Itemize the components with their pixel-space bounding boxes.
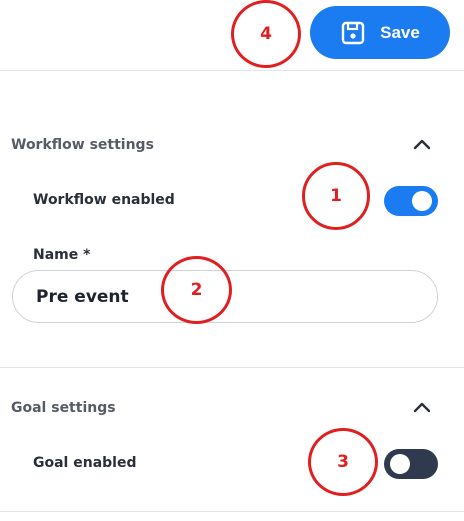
name-field-label: Name * bbox=[33, 247, 91, 263]
annotation-marker-4: 4 bbox=[231, 0, 301, 68]
section-divider bbox=[0, 511, 464, 512]
save-button[interactable]: Save bbox=[310, 6, 450, 59]
toggle-knob bbox=[390, 454, 410, 474]
workflow-enabled-label: Workflow enabled bbox=[33, 192, 175, 208]
chevron-up-icon[interactable] bbox=[412, 137, 432, 151]
annotation-marker-3: 3 bbox=[308, 428, 378, 496]
goal-enabled-label: Goal enabled bbox=[33, 455, 137, 471]
annotation-marker-2: 2 bbox=[161, 256, 232, 324]
workflow-settings-title: Workflow settings bbox=[11, 137, 154, 153]
workflow-enabled-toggle[interactable] bbox=[384, 186, 438, 216]
goal-enabled-toggle[interactable] bbox=[384, 449, 438, 479]
toggle-knob bbox=[412, 191, 432, 211]
annotation-marker-1: 1 bbox=[302, 162, 370, 230]
section-divider bbox=[0, 367, 464, 368]
save-button-label: Save bbox=[380, 22, 420, 42]
floppy-disk-icon bbox=[341, 21, 365, 44]
chevron-up-icon[interactable] bbox=[412, 400, 432, 414]
goal-settings-title: Goal settings bbox=[11, 400, 116, 416]
